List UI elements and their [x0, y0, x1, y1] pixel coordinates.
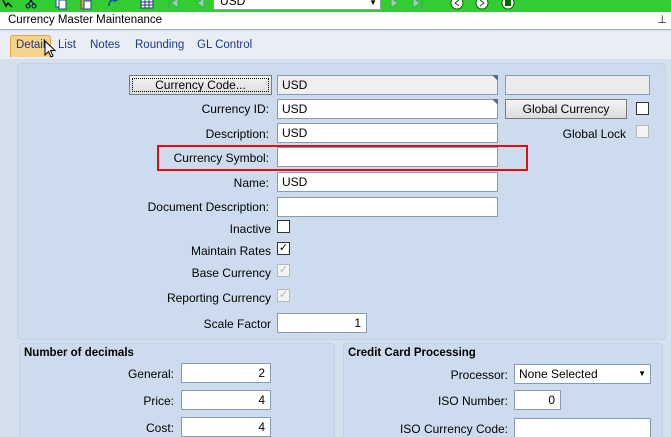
cut-icon[interactable]: [24, 0, 38, 10]
global-field: [505, 75, 650, 95]
reporting-currency-checkbox[interactable]: ✓: [277, 289, 290, 302]
currency-code-field[interactable]: USD: [277, 75, 498, 95]
document-description-label: Document Description:: [147, 200, 269, 214]
chevron-down-icon[interactable]: ▼: [638, 365, 646, 383]
next-icon[interactable]: [388, 0, 402, 10]
currency-combo[interactable]: USD ▼: [213, 0, 381, 10]
decimals-header: Number of decimals: [24, 347, 134, 359]
iso-currency-code-field[interactable]: [514, 418, 651, 437]
first-icon[interactable]: [166, 0, 180, 10]
processor-select[interactable]: None Selected ▼: [514, 364, 651, 384]
pin-icon[interactable]: ⊥: [657, 13, 667, 26]
forward-circle-icon[interactable]: [475, 0, 489, 10]
name-label: Name:: [233, 176, 269, 190]
price-field[interactable]: 4: [181, 390, 271, 410]
highlight-box: [157, 145, 528, 171]
copy-icon[interactable]: [54, 0, 68, 10]
currency-combo-value: USD: [220, 0, 246, 8]
general-field[interactable]: 2: [181, 363, 271, 383]
currency-id-field[interactable]: USD: [277, 99, 498, 119]
iso-currency-code-label: ISO Currency Code:: [399, 422, 508, 436]
redo-icon[interactable]: [106, 0, 120, 10]
inactive-label: Inactive: [229, 222, 271, 236]
global-currency-checkbox[interactable]: [636, 102, 649, 115]
name-field[interactable]: USD: [277, 172, 498, 192]
tab-gl-control[interactable]: GL Control: [197, 39, 252, 51]
maintain-rates-label: Maintain Rates: [190, 244, 271, 258]
toolbar: USD ▼: [0, 0, 671, 12]
tab-strip: Detail List Notes Rounding GL Control: [0, 31, 671, 59]
arrow-icon[interactable]: [0, 0, 14, 10]
decimals-panel: Number of decimals: [19, 343, 335, 437]
currency-id-label: Currency ID:: [201, 102, 269, 116]
description-field[interactable]: USD: [277, 123, 498, 143]
stop-icon[interactable]: [501, 0, 515, 10]
base-currency-label: Base Currency: [191, 266, 271, 280]
tab-list[interactable]: List: [58, 39, 76, 51]
scale-factor-field[interactable]: 1: [277, 313, 367, 333]
last-icon[interactable]: [411, 0, 425, 10]
inactive-checkbox[interactable]: [277, 220, 290, 233]
global-lock-checkbox[interactable]: [636, 125, 649, 138]
currency-code-button[interactable]: Currency Code...: [129, 75, 272, 95]
cost-field[interactable]: 4: [181, 417, 271, 437]
cost-label: Cost:: [145, 421, 174, 435]
general-label: General:: [127, 367, 174, 381]
global-lock-label: Global Lock: [562, 127, 626, 141]
maintain-rates-checkbox[interactable]: ✓: [277, 242, 290, 255]
document-description-field[interactable]: [277, 197, 498, 217]
tab-rounding[interactable]: Rounding: [135, 39, 184, 51]
description-label: Description:: [205, 127, 269, 141]
window-title-bar: Currency Master Maintenance ⊥: [0, 12, 671, 30]
reporting-currency-label: Reporting Currency: [166, 291, 271, 305]
window-title: Currency Master Maintenance: [8, 14, 163, 26]
iso-number-field[interactable]: 0: [514, 390, 561, 410]
price-label: Price:: [143, 394, 174, 408]
base-currency-checkbox[interactable]: ✓: [277, 264, 290, 277]
global-currency-button[interactable]: Global Currency: [505, 99, 627, 119]
scale-factor-label: Scale Factor: [203, 317, 271, 331]
credit-card-header: Credit Card Processing: [348, 347, 476, 359]
chevron-down-icon[interactable]: ▼: [369, 0, 377, 11]
mouse-cursor-icon: [44, 40, 57, 58]
grid-icon[interactable]: [140, 0, 154, 10]
paste-icon[interactable]: [79, 0, 93, 10]
iso-number-label: ISO Number:: [437, 394, 508, 408]
tab-notes[interactable]: Notes: [90, 39, 120, 51]
back-circle-icon[interactable]: [450, 0, 464, 10]
processor-label: Processor:: [450, 368, 508, 382]
prev-icon[interactable]: [193, 0, 207, 10]
processor-value: None Selected: [519, 367, 598, 381]
